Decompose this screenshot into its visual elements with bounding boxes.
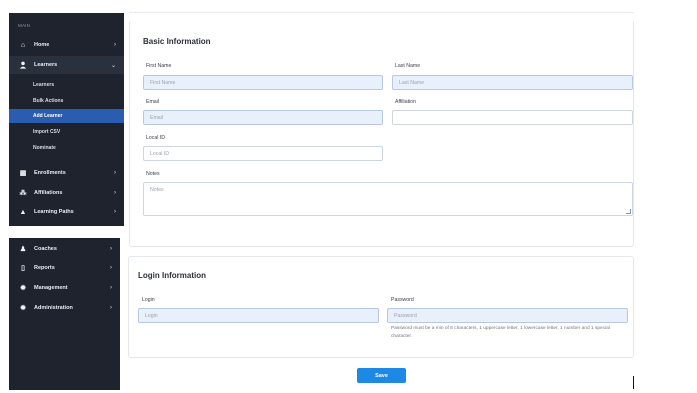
- chevron-right-icon: ›: [114, 170, 116, 176]
- chevron-right-icon: ›: [114, 209, 116, 215]
- reports-icon: ▯: [21, 265, 25, 272]
- chevron-right-icon: ›: [110, 285, 112, 291]
- basic-information-panel: Basic Information First Name First Name …: [129, 20, 634, 247]
- coach-icon: ♟: [19, 246, 27, 253]
- graduation-cap-icon: ▲: [19, 208, 27, 216]
- text-cursor: [633, 376, 634, 389]
- sidebar-bottom: ♟ Coaches › ▯ Reports › ✹ Management › ✹…: [9, 238, 120, 390]
- password-label: Password: [391, 297, 414, 303]
- login-information-panel: Login Information Login Login Password P…: [128, 256, 634, 358]
- gear-icon: ✹: [20, 305, 26, 312]
- sidebar-subitem-import-csv[interactable]: Import CSV: [9, 125, 124, 139]
- chevron-right-icon: ›: [114, 190, 116, 196]
- chevron-down-icon: ⌄: [110, 62, 116, 69]
- notes-placeholder: Notes: [150, 187, 164, 193]
- sidebar-item-affiliations[interactable]: ⁂ Affiliations ›: [9, 184, 124, 202]
- chevron-right-icon: ›: [110, 305, 112, 311]
- sidebar-subitem-add-learner[interactable]: Add Learner: [9, 109, 124, 123]
- sidebar-item-reports[interactable]: ▯ Reports ›: [9, 259, 120, 277]
- local-id-label: Local ID: [146, 135, 166, 141]
- sidebar-item-label: Reports: [34, 265, 55, 271]
- chevron-right-icon: ›: [110, 246, 112, 252]
- sidebar-item-label: Administration: [34, 305, 73, 311]
- sidebar-item-label: Management: [34, 285, 68, 291]
- notes-textarea[interactable]: Notes: [143, 182, 633, 216]
- email-field[interactable]: Email: [143, 110, 383, 125]
- notes-label: Notes: [146, 171, 160, 177]
- sidebar-item-label: Learners: [34, 62, 58, 68]
- password-hint: Password must be a min of 8 characters, …: [391, 326, 610, 339]
- first-name-label: First Name: [146, 63, 172, 69]
- sidebar-subitem-learners[interactable]: Learners: [9, 78, 124, 92]
- login-label: Login: [142, 297, 155, 303]
- first-name-field[interactable]: First Name: [143, 75, 383, 90]
- affiliation-field[interactable]: [392, 110, 633, 125]
- sidebar-item-label: Home: [34, 42, 50, 48]
- sidebar-item-learners[interactable]: Learners ⌄: [9, 56, 124, 74]
- panel-title: Basic Information: [143, 37, 211, 46]
- chevron-right-icon: ›: [110, 265, 112, 271]
- calendar-icon: ▦: [19, 170, 27, 177]
- login-field[interactable]: Login: [138, 308, 379, 323]
- learners-icon: [15, 61, 31, 69]
- last-name-field[interactable]: Last Name: [392, 75, 633, 90]
- local-id-field[interactable]: Local ID: [143, 146, 383, 161]
- gear-icon: ✹: [20, 285, 26, 292]
- password-field[interactable]: Password: [387, 308, 628, 323]
- app-root: MAIN ⌂ Home › Learners ⌄ Learners Bulk A…: [0, 0, 697, 393]
- affiliation-label: Affiliation: [395, 99, 416, 105]
- org-chart-icon: ⁂: [19, 190, 27, 197]
- sidebar-subitem-bulk-actions[interactable]: Bulk Actions: [9, 94, 124, 108]
- sidebar-item-enrollments[interactable]: ▦ Enrollments ›: [9, 164, 124, 182]
- sidebar-item-home[interactable]: ⌂ Home ›: [9, 36, 124, 54]
- sidebar-item-label: Learning Paths: [34, 209, 74, 215]
- resize-handle-icon[interactable]: [626, 209, 631, 214]
- sidebar-item-coaches[interactable]: ♟ Coaches ›: [9, 240, 120, 258]
- last-name-label: Last Name: [395, 63, 421, 69]
- email-label: Email: [146, 99, 159, 105]
- sidebar-top: MAIN ⌂ Home › Learners ⌄ Learners Bulk A…: [9, 13, 124, 226]
- home-icon: ⌂: [20, 41, 26, 49]
- panel-title: Login Information: [138, 271, 206, 280]
- sidebar-item-label: Enrollments: [34, 170, 66, 176]
- save-button[interactable]: Save: [357, 368, 406, 383]
- sidebar-item-label: Coaches: [34, 246, 57, 252]
- top-divider: [129, 12, 634, 13]
- sidebar-item-learning-paths[interactable]: ▲ Learning Paths ›: [9, 203, 124, 221]
- chevron-right-icon: ›: [114, 42, 116, 48]
- sidebar-subitem-nominate[interactable]: Nominate: [9, 141, 124, 155]
- sidebar-item-label: Affiliations: [34, 190, 63, 196]
- sidebar-item-administration[interactable]: ✹ Administration ›: [9, 299, 120, 317]
- sidebar-section-label: MAIN: [18, 23, 31, 28]
- sidebar-item-management[interactable]: ✹ Management ›: [9, 279, 120, 297]
